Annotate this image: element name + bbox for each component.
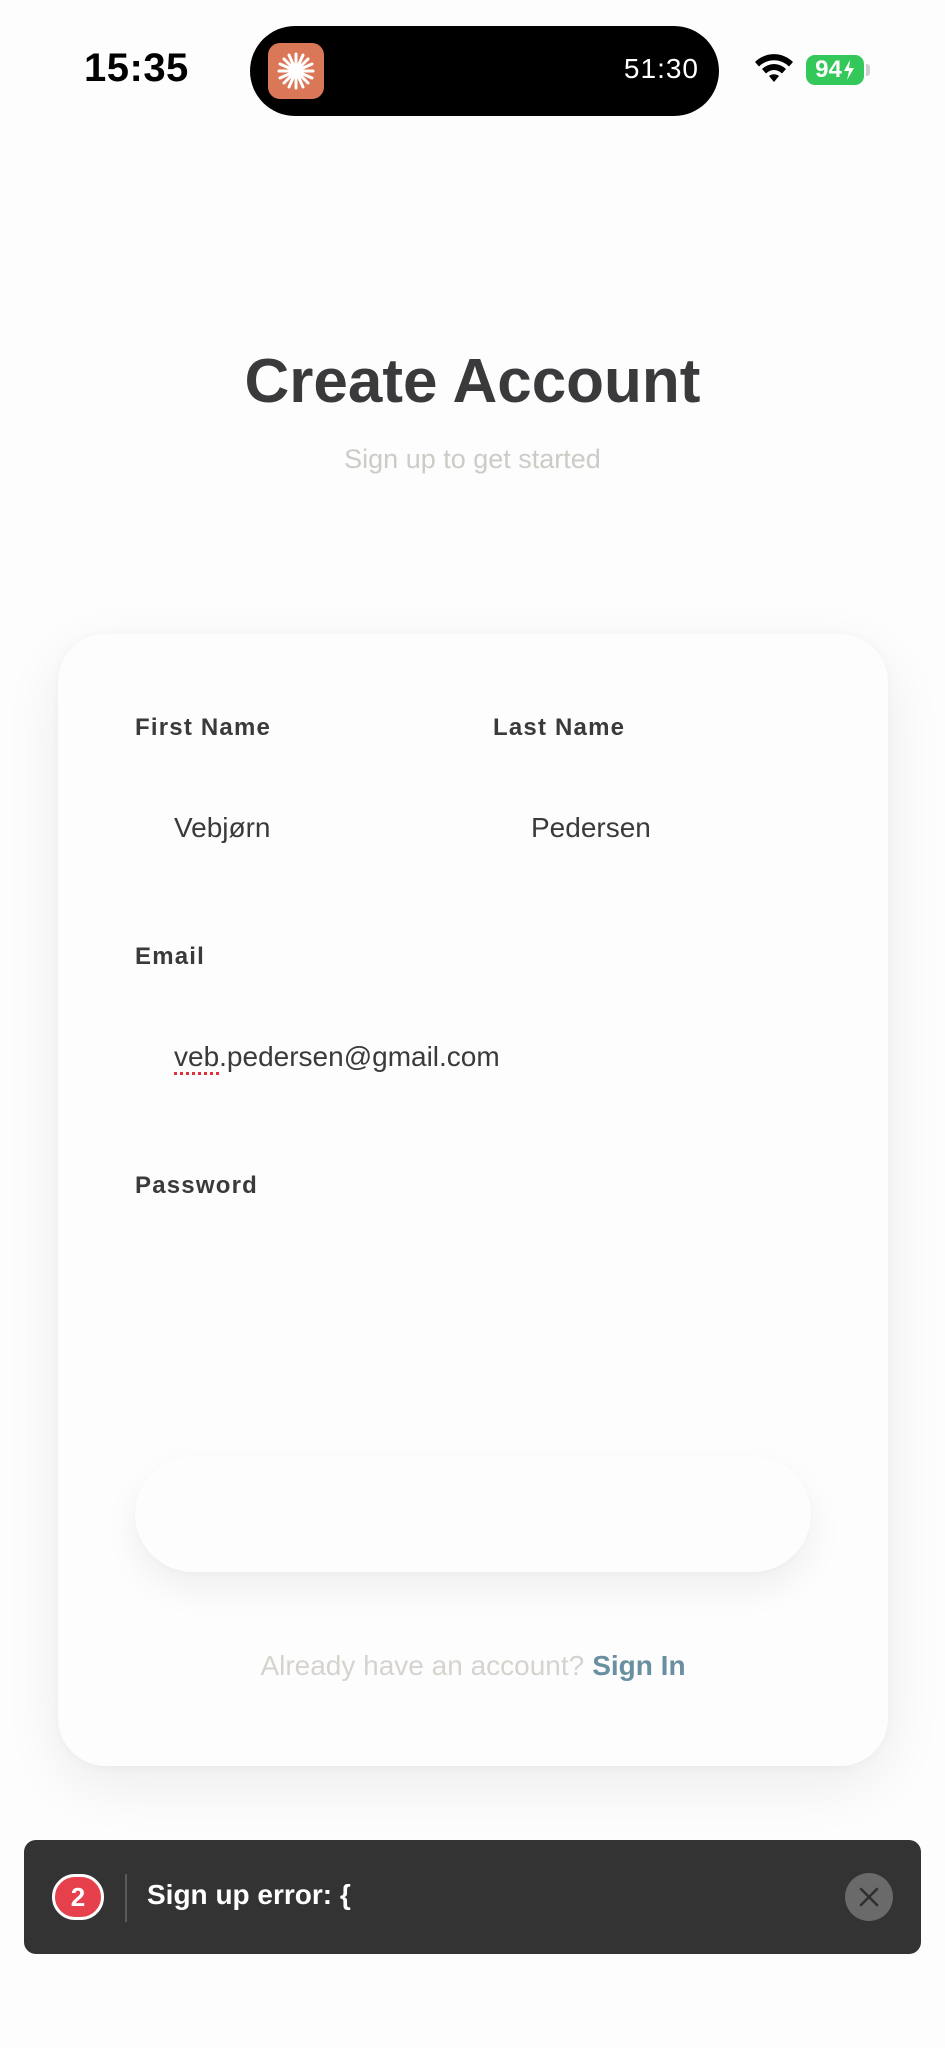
email-field[interactable]: veb.pedersen@gmail.com: [174, 1041, 500, 1073]
wifi-icon: [754, 54, 794, 91]
error-count-badge[interactable]: 2: [52, 1874, 104, 1920]
close-icon[interactable]: [845, 1873, 893, 1921]
toast-divider: [125, 1874, 127, 1922]
first-name-label: First Name: [135, 714, 272, 741]
email-spellcheck-word: veb: [174, 1041, 220, 1072]
signin-prompt-text: Already have an account?: [260, 1650, 585, 1681]
status-time: 15:35: [84, 46, 189, 90]
page-title: Create Account: [244, 347, 701, 416]
battery-level: 94: [815, 56, 842, 83]
error-toast: 2 Sign up error: {: [24, 1840, 921, 1954]
last-name-label: Last Name: [493, 714, 626, 741]
signup-card: First Name Vebjørn Last Name Pedersen Em…: [58, 634, 888, 1766]
signin-prompt: Already have an account? Sign In: [58, 1650, 888, 1682]
island-timer: 51:30: [623, 53, 699, 84]
create-account-button[interactable]: [135, 1456, 811, 1572]
last-name-field[interactable]: Pedersen: [531, 812, 651, 844]
page-subtitle: Sign up to get started: [344, 444, 601, 474]
password-label: Password: [135, 1172, 258, 1199]
password-field[interactable]: [135, 1219, 811, 1329]
dynamic-island[interactable]: 51:30: [250, 26, 719, 116]
battery-tip: [866, 64, 870, 76]
signin-link[interactable]: Sign In: [592, 1650, 685, 1681]
battery-charging-icon: 94: [806, 55, 864, 85]
email-label: Email: [135, 943, 206, 970]
claude-icon: [268, 43, 324, 99]
toast-message: Sign up error: {: [147, 1879, 351, 1910]
email-value-rest: .pedersen@gmail.com: [219, 1041, 500, 1072]
first-name-field[interactable]: Vebjørn: [174, 812, 271, 844]
